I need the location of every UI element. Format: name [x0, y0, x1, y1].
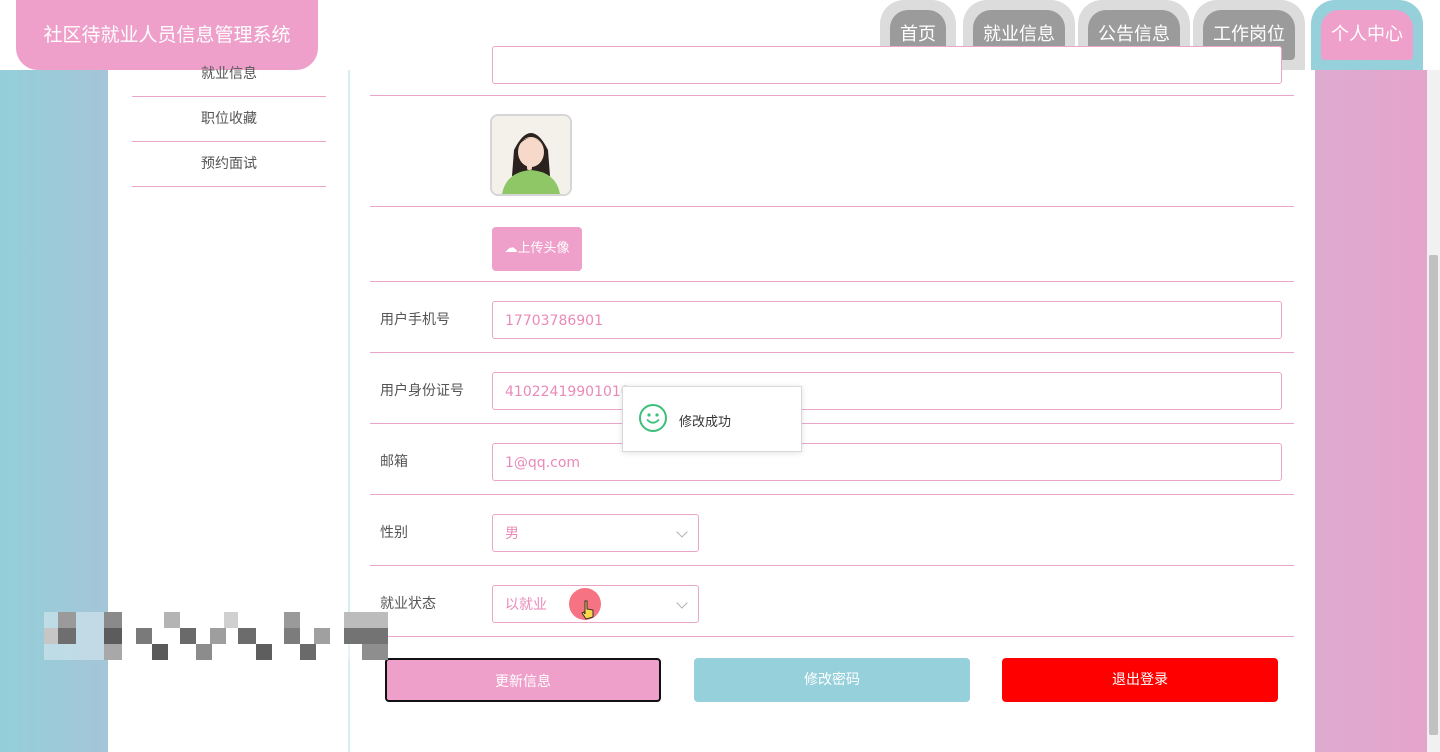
form-row-email: 邮箱 1@qq.com — [370, 423, 1294, 495]
avatar-image — [492, 116, 570, 194]
change-password-button[interactable]: 修改密码 — [694, 658, 970, 702]
sidebar-item-employment-info[interactable]: 就业信息 — [132, 52, 326, 97]
email-label: 邮箱 — [380, 454, 408, 470]
email-input[interactable]: 1@qq.com — [492, 443, 1282, 481]
sidebar-item-favorite-jobs[interactable]: 职位收藏 — [132, 97, 326, 142]
hidden-field-input[interactable] — [492, 46, 1282, 84]
form-row-top-cut — [370, 46, 1294, 96]
nav-tab-personal-center-label[interactable]: 个人中心 — [1321, 10, 1413, 60]
gender-label: 性别 — [380, 525, 408, 541]
scrollbar-thumb[interactable] — [1429, 255, 1438, 735]
upload-avatar-label: 上传头像 — [517, 241, 570, 256]
cloud-upload-icon: ☁ — [504, 241, 518, 256]
nav-tab-personal-center[interactable]: 个人中心 — [1311, 0, 1423, 70]
sidebar-item-interview-booking[interactable]: 预约面试 — [132, 142, 326, 187]
logout-button[interactable]: 退出登录 — [1002, 658, 1278, 702]
update-info-button[interactable]: 更新信息 — [385, 658, 661, 702]
pixelated-overlay — [44, 612, 388, 660]
job-status-label: 就业状态 — [380, 596, 436, 612]
form-row-gender: 性别 男 — [370, 494, 1294, 566]
smile-icon — [639, 404, 667, 432]
chevron-down-icon — [676, 597, 688, 609]
phone-label: 用户手机号 — [380, 312, 450, 328]
form-row-phone: 用户手机号 17703786901 — [370, 281, 1294, 353]
id-card-label: 用户身份证号 — [380, 383, 464, 399]
avatar — [490, 114, 572, 196]
phone-input[interactable]: 17703786901 — [492, 301, 1282, 339]
upload-avatar-button[interactable]: ☁上传头像 — [492, 227, 582, 271]
chevron-down-icon — [676, 526, 688, 538]
form-row-job-status: 就业状态 以就业 — [370, 565, 1294, 637]
toast-message: 修改成功 — [679, 415, 732, 430]
job-status-select-value: 以就业 — [505, 597, 547, 613]
success-toast: 修改成功 — [622, 386, 802, 452]
form-row-id-card: 用户身份证号 41022419901010 — [370, 352, 1294, 424]
gender-select-value: 男 — [505, 526, 519, 542]
id-card-input[interactable]: 41022419901010 — [492, 372, 1282, 410]
hand-cursor-icon — [581, 600, 594, 620]
gender-select[interactable]: 男 — [492, 514, 699, 552]
